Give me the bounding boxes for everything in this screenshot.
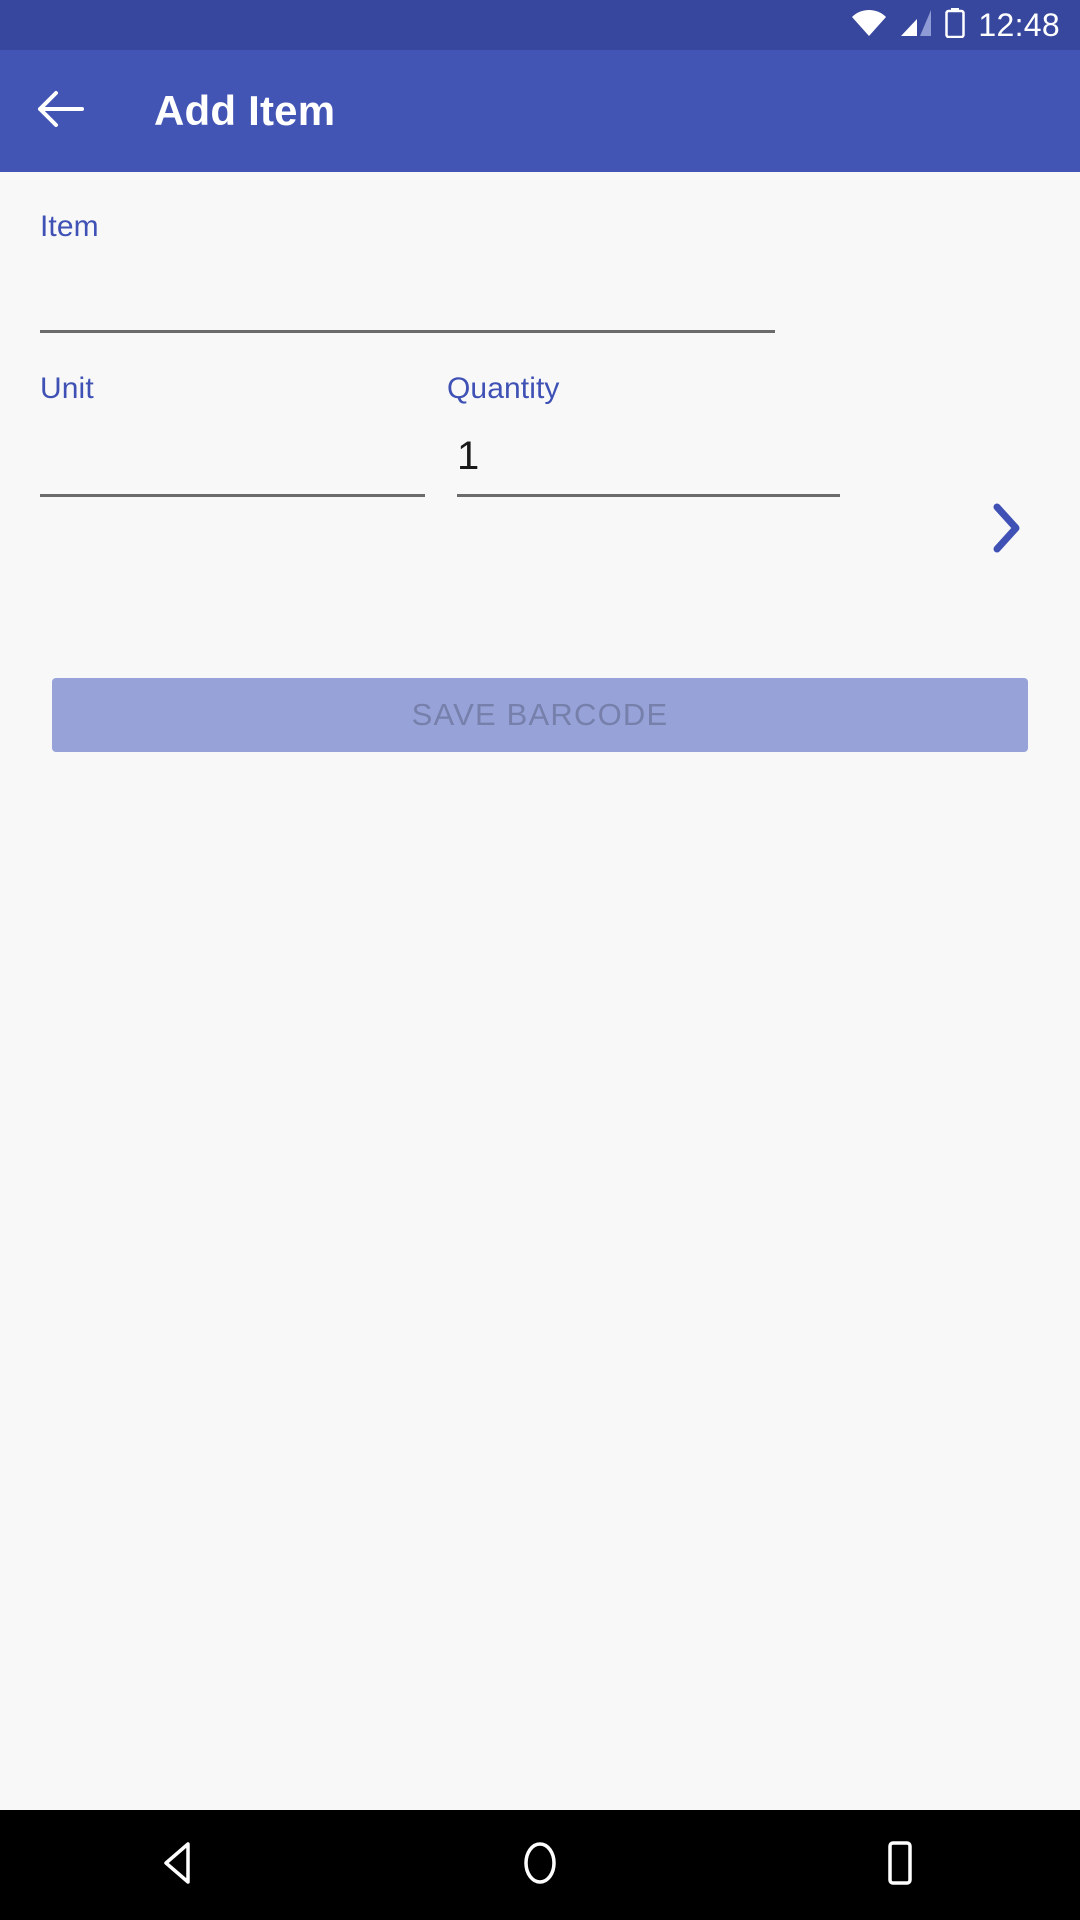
nav-recents-button[interactable] [720, 1810, 1080, 1920]
back-button[interactable] [24, 75, 96, 147]
square-icon [883, 1837, 917, 1894]
android-navigation-bar [0, 1810, 1080, 1920]
save-barcode-button[interactable]: SAVE BARCODE [52, 678, 1028, 752]
chevron-right-icon[interactable] [980, 502, 1032, 554]
form-content: Item Unit Quantity 1 SAVE BARCODE [0, 172, 1080, 1810]
quantity-field-underline [457, 494, 840, 497]
quantity-field-label: Quantity [447, 372, 560, 405]
circle-icon [517, 1837, 563, 1894]
status-bar-clock: 12:48 [978, 7, 1060, 43]
page-title: Add Item [154, 87, 336, 134]
wifi-icon [851, 9, 887, 42]
battery-charging-icon [945, 7, 966, 43]
quantity-input[interactable] [457, 414, 840, 494]
unit-field-label: Unit [40, 372, 94, 405]
status-bar: 12:48 [0, 0, 1080, 50]
unit-input[interactable] [40, 414, 425, 494]
arrow-left-icon [36, 89, 84, 134]
nav-home-button[interactable] [360, 1810, 720, 1920]
item-field-underline [40, 330, 775, 333]
cellular-signal-icon [900, 9, 932, 42]
quantity-field-value: 1 [457, 434, 480, 478]
triangle-left-icon [158, 1839, 202, 1892]
unit-field-underline [40, 494, 425, 497]
app-bar: Add Item [0, 50, 1080, 172]
nav-back-button[interactable] [0, 1810, 360, 1920]
item-field-label: Item [40, 210, 99, 243]
item-input[interactable] [40, 250, 775, 330]
